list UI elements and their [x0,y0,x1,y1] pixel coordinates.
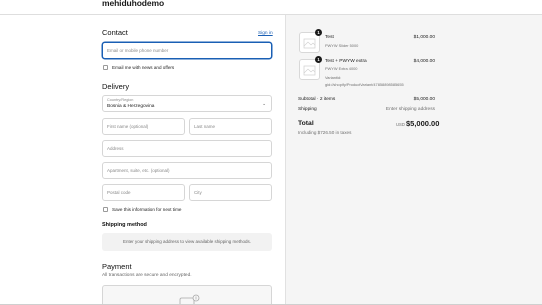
payment-method-box[interactable] [102,285,272,305]
sign-in-link[interactable]: Sign in [258,31,273,36]
item-variant: PWYW Slider 5000 [325,43,359,48]
item-property-value: gid://shopify/ProductVariant/47858898585… [325,82,404,87]
chevron-down-icon: ⌄ [262,101,266,106]
item-variant: PWYW Extra 4000 [325,66,358,71]
product-image-placeholder-icon [303,38,316,49]
shipping-label: Shipping [298,107,317,112]
last-name-field[interactable]: Last name [189,118,272,135]
subtotal-label: Subtotal · 2 items [298,97,336,102]
email-placeholder: Email or mobile phone number [107,48,169,53]
taxes-note: Including $726.50 in taxes [298,130,352,135]
apartment-placeholder: Apartment, suite, etc. (optional) [107,168,170,173]
quantity-badge: 1 [315,29,322,36]
postal-code-placeholder: Postal code [107,190,131,195]
address-placeholder: Address [107,146,124,151]
email-field[interactable]: Email or mobile phone number [102,42,272,59]
product-image-placeholder-icon [303,65,316,76]
item-property-label: Variantid: [325,75,342,80]
save-info-checkbox[interactable] [103,207,108,212]
item-name: Test [325,35,334,40]
city-field[interactable]: City [189,184,272,201]
first-name-field[interactable]: First name (optional) [102,118,185,135]
last-name-placeholder: Last name [194,124,216,129]
item-price: $1,000.00 [413,35,435,40]
country-label: Country/Region [107,98,134,102]
store-name[interactable]: mehiduhodemo [102,0,164,8]
total-value: $5,000.00 [406,119,440,128]
city-placeholder: City [194,190,202,195]
first-name-placeholder: First name (optional) [107,124,149,129]
subtotal-value: $5,000.00 [413,97,435,102]
shipping-methods-box: Enter your shipping address to view avai… [102,233,272,251]
item-price: $4,000.00 [413,59,435,64]
country-value: Bosnia & Herzegovina [107,104,155,109]
address-field[interactable]: Address [102,140,272,157]
total-currency: USD [396,122,405,127]
shipping-value: Enter shipping address [385,107,435,112]
delivery-title: Delivery [102,82,130,91]
quantity-badge: 1 [315,56,322,63]
total-label: Total [298,120,314,127]
news-offers-checkbox[interactable] [103,65,108,70]
shipping-methods-message: Enter your shipping address to view avai… [122,239,252,244]
payment-title: Payment [102,262,132,271]
save-info-label: Save this information for next time [112,207,182,212]
item-name: Test + PWYW extra [325,59,367,64]
contact-title: Contact [102,28,128,37]
postal-code-field[interactable]: Postal code [102,184,185,201]
checkout-header: mehiduhodemo [0,0,542,15]
payment-subtitle: All transactions are secure and encrypte… [102,273,192,278]
apartment-field[interactable]: Apartment, suite, etc. (optional) [102,162,272,179]
credit-card-icon [179,294,200,304]
news-offers-label: Email me with news and offers [112,65,175,70]
shipping-method-title: Shipping method [102,222,147,228]
country-select[interactable]: Country/Region Bosnia & Herzegovina ⌄ [102,95,272,112]
